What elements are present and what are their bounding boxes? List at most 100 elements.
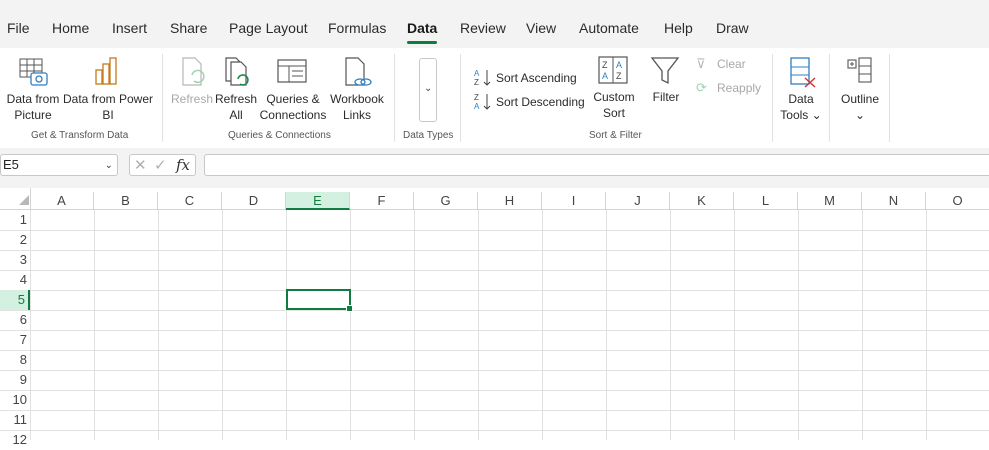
reapply-button[interactable]: Reapply <box>717 81 761 95</box>
tab-file[interactable]: File <box>7 20 30 36</box>
ribbon: Data from Picture Data from Power BI Get… <box>0 48 989 149</box>
name-box[interactable]: E5 ⌄ <box>0 154 118 176</box>
data-from-power-bi-button[interactable]: Data from Power BI <box>62 91 154 123</box>
refresh-all-icon <box>225 57 249 86</box>
column-header-o[interactable]: O <box>926 192 989 210</box>
filter-button[interactable]: Filter <box>645 89 687 105</box>
clear-button[interactable]: Clear <box>717 57 746 71</box>
formula-bar: E5 ⌄ ✕ ✓ fx <box>0 148 989 188</box>
formula-input[interactable] <box>204 154 989 176</box>
row-header-5[interactable]: 5 <box>0 290 30 310</box>
svg-text:A: A <box>602 71 608 81</box>
tab-automate[interactable]: Automate <box>579 20 639 36</box>
menu-bar: File Home Insert Share Page Layout Formu… <box>0 0 989 48</box>
column-header-d[interactable]: D <box>222 192 286 210</box>
spreadsheet-grid[interactable]: ABCDEFGHIJKLMNO 1 2 3 4 5 6 7 8 9 10 11 12 <box>0 188 989 447</box>
sort-ascending-button[interactable]: Sort Ascending <box>496 71 577 85</box>
column-header-c[interactable]: C <box>158 192 222 210</box>
column-header-l[interactable]: L <box>734 192 798 210</box>
svg-text:A: A <box>474 102 480 111</box>
queries-connections-icon <box>277 59 307 83</box>
data-types-gallery[interactable]: ⌄ <box>419 58 437 122</box>
tab-page-layout[interactable]: Page Layout <box>229 20 308 36</box>
refresh-all-button[interactable]: Refresh All <box>214 91 258 123</box>
custom-sort-icon: Z A A Z <box>598 56 628 84</box>
row-header-12[interactable]: 12 <box>0 430 30 450</box>
tab-help[interactable]: Help <box>664 20 693 36</box>
workbook-links-button[interactable]: Workbook Links <box>326 91 388 123</box>
column-header-h[interactable]: H <box>478 192 542 210</box>
sort-ascending-icon: A Z <box>474 69 491 87</box>
data-from-picture-button[interactable]: Data from Picture <box>2 91 64 123</box>
svg-text:Z: Z <box>474 78 479 87</box>
group-label-sort-filter: Sort & Filter <box>589 130 642 141</box>
workbook-links-icon <box>345 57 372 86</box>
column-header-f[interactable]: F <box>350 192 414 210</box>
fill-handle[interactable] <box>346 305 353 312</box>
column-header-n[interactable]: N <box>862 192 926 210</box>
queries-connections-button[interactable]: Queries & Connections <box>257 91 329 123</box>
row-header-11[interactable]: 11 <box>0 410 30 430</box>
group-label-data-types: Data Types <box>403 130 454 141</box>
group-divider <box>772 54 773 142</box>
svg-text:Z: Z <box>616 71 622 81</box>
row-header-1[interactable]: 1 <box>0 210 30 230</box>
tab-data[interactable]: Data <box>407 20 437 36</box>
sort-descending-button[interactable]: Sort Descending <box>496 95 585 109</box>
row-header-3[interactable]: 3 <box>0 250 30 270</box>
row-header-9[interactable]: 9 <box>0 370 30 390</box>
reapply-icon: ⟳ <box>696 80 707 95</box>
tab-home[interactable]: Home <box>52 20 89 36</box>
tab-review[interactable]: Review <box>460 20 506 36</box>
row-header-4[interactable]: 4 <box>0 270 30 290</box>
chevron-down-icon[interactable]: ⌄ <box>105 156 113 176</box>
tab-formulas[interactable]: Formulas <box>328 20 386 36</box>
power-bi-icon <box>95 57 117 85</box>
group-divider <box>162 54 163 142</box>
row-header-6[interactable]: 6 <box>0 310 30 330</box>
data-from-picture-icon <box>19 58 48 86</box>
insert-function-icon[interactable]: fx <box>176 156 190 174</box>
svg-text:Z: Z <box>474 93 479 102</box>
group-label-get-transform: Get & Transform Data <box>31 130 129 141</box>
select-all-icon[interactable] <box>19 195 29 205</box>
group-divider <box>889 54 890 142</box>
custom-sort-button[interactable]: Custom Sort <box>588 89 640 121</box>
column-header-m[interactable]: M <box>798 192 862 210</box>
column-header-j[interactable]: J <box>606 192 670 210</box>
row-header-2[interactable]: 2 <box>0 230 30 250</box>
filter-icon <box>650 57 680 85</box>
check-icon[interactable]: ✓ <box>154 156 167 174</box>
tab-view[interactable]: View <box>526 20 556 36</box>
refresh-icon <box>182 57 205 86</box>
row-header-8[interactable]: 8 <box>0 350 30 370</box>
svg-text:A: A <box>474 69 480 78</box>
column-header-k[interactable]: K <box>670 192 734 210</box>
group-divider <box>829 54 830 142</box>
data-tools-icon <box>790 57 816 88</box>
column-header-i[interactable]: I <box>542 192 606 210</box>
refresh-button[interactable]: Refresh <box>170 91 214 107</box>
formula-controls: ✕ ✓ fx <box>129 154 196 176</box>
svg-text:Z: Z <box>602 60 608 70</box>
outline-icon <box>847 57 872 83</box>
group-divider <box>394 54 395 142</box>
group-divider <box>460 54 461 142</box>
row-header-7[interactable]: 7 <box>0 330 30 350</box>
selected-cell[interactable] <box>286 289 353 312</box>
cancel-icon[interactable]: ✕ <box>134 156 147 174</box>
column-header-e[interactable]: E <box>286 192 350 210</box>
gridlines <box>0 188 989 440</box>
tab-share[interactable]: Share <box>170 20 207 36</box>
tab-draw[interactable]: Draw <box>716 20 749 36</box>
outline-button[interactable]: Outline ⌄ <box>834 91 886 123</box>
data-tools-button[interactable]: Data Tools ⌄ <box>778 91 824 123</box>
column-header-g[interactable]: G <box>414 192 478 210</box>
sort-descending-icon: Z A <box>474 93 491 111</box>
column-header-b[interactable]: B <box>94 192 158 210</box>
active-tab-indicator <box>407 41 437 44</box>
group-label-queries: Queries & Connections <box>228 130 331 141</box>
row-header-10[interactable]: 10 <box>0 390 30 410</box>
column-header-a[interactable]: A <box>30 192 94 210</box>
tab-insert[interactable]: Insert <box>112 20 147 36</box>
